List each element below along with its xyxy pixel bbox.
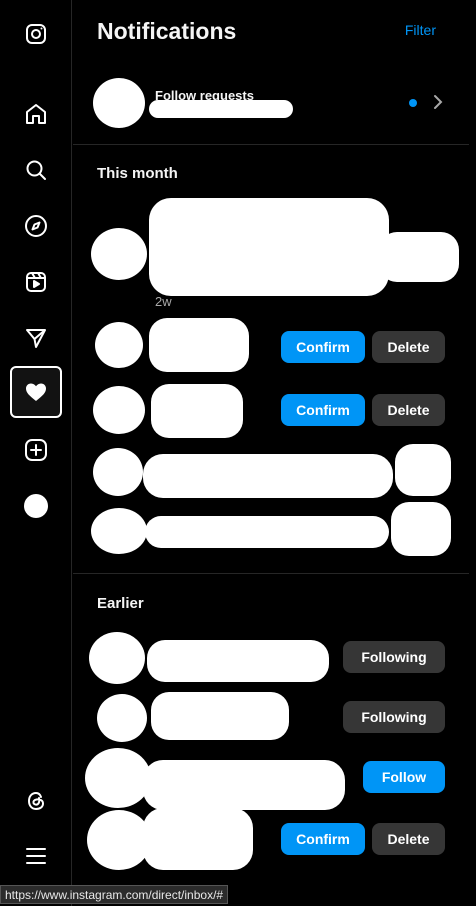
redacted-text bbox=[151, 692, 289, 740]
notifications-heart-icon[interactable] bbox=[10, 366, 62, 418]
avatar bbox=[87, 810, 151, 870]
notifications-panel: Notifications Filter Follow requests Thi… bbox=[73, 0, 469, 906]
redacted-text bbox=[145, 516, 389, 548]
confirm-button[interactable]: Confirm bbox=[281, 331, 365, 363]
avatar bbox=[91, 228, 147, 280]
page-title: Notifications bbox=[97, 18, 237, 44]
redacted-text bbox=[149, 198, 389, 296]
messages-icon[interactable] bbox=[10, 312, 62, 364]
redacted-text bbox=[143, 454, 393, 498]
redacted-thumbnail bbox=[395, 444, 451, 496]
avatar bbox=[95, 322, 143, 368]
timestamp: 2w bbox=[155, 294, 172, 309]
follow-button[interactable]: Follow bbox=[363, 761, 445, 793]
following-button[interactable]: Following bbox=[343, 701, 445, 733]
redacted-thumbnail bbox=[391, 502, 451, 556]
confirm-button[interactable]: Confirm bbox=[281, 823, 365, 855]
threads-icon[interactable] bbox=[10, 775, 62, 827]
avatar bbox=[89, 632, 145, 684]
profile-avatar-image bbox=[24, 494, 48, 518]
create-icon[interactable] bbox=[10, 424, 62, 476]
redacted-username bbox=[149, 100, 293, 118]
search-icon[interactable] bbox=[10, 144, 62, 196]
browser-status-url: https://www.instagram.com/direct/inbox/# bbox=[0, 885, 229, 904]
this-month-heading: This month bbox=[97, 165, 178, 182]
delete-button[interactable]: Delete bbox=[372, 823, 445, 855]
chevron-right-icon bbox=[434, 95, 443, 109]
filter-link[interactable]: Filter bbox=[405, 22, 436, 38]
redacted-text bbox=[147, 640, 329, 682]
avatar bbox=[85, 748, 151, 808]
profile-avatar[interactable] bbox=[10, 480, 62, 532]
section-divider bbox=[73, 573, 469, 574]
redacted-text bbox=[149, 318, 249, 372]
sidebar-nav bbox=[0, 0, 72, 906]
confirm-button[interactable]: Confirm bbox=[281, 394, 365, 426]
redacted-thumbnail bbox=[379, 232, 459, 282]
avatar bbox=[93, 386, 145, 434]
following-button[interactable]: Following bbox=[343, 641, 445, 673]
more-menu-icon[interactable] bbox=[10, 830, 62, 882]
home-icon[interactable] bbox=[10, 88, 62, 140]
reels-icon[interactable] bbox=[10, 256, 62, 308]
redacted-text bbox=[151, 384, 243, 438]
instagram-logo-icon[interactable] bbox=[10, 8, 62, 60]
avatar bbox=[93, 448, 143, 496]
request-avatar bbox=[93, 78, 145, 128]
earlier-heading: Earlier bbox=[97, 595, 144, 612]
redacted-text bbox=[143, 760, 345, 810]
unread-dot bbox=[409, 99, 417, 107]
follow-requests-row[interactable]: Follow requests bbox=[73, 72, 469, 145]
delete-button[interactable]: Delete bbox=[372, 394, 445, 426]
redacted-text bbox=[143, 808, 253, 870]
avatar bbox=[91, 508, 147, 554]
delete-button[interactable]: Delete bbox=[372, 331, 445, 363]
explore-icon[interactable] bbox=[10, 200, 62, 252]
avatar bbox=[97, 694, 147, 742]
